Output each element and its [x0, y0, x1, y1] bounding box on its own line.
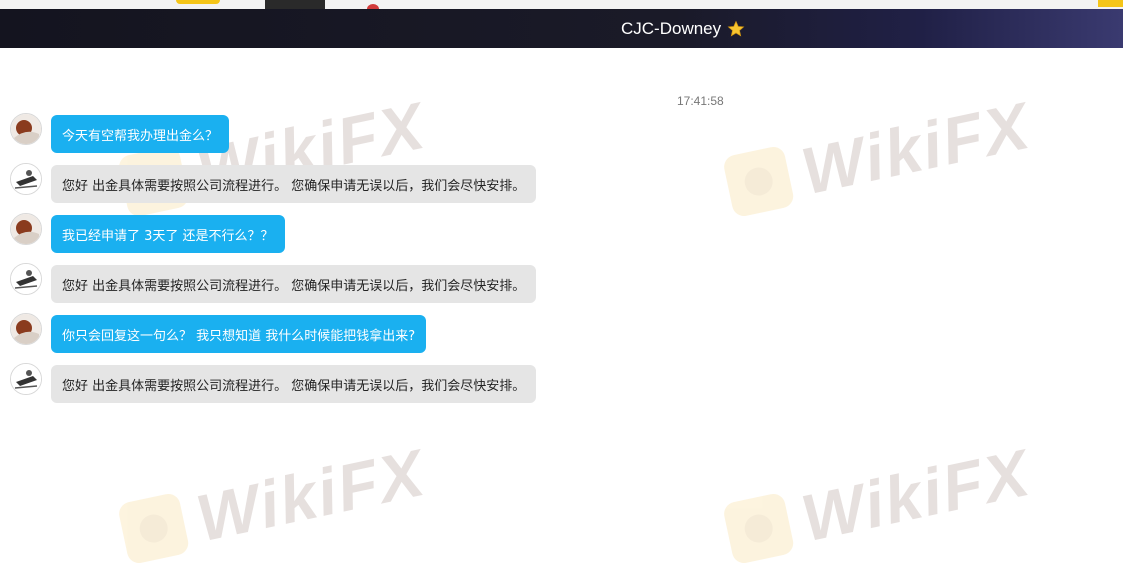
wikifx-logo-icon [721, 491, 796, 566]
watermark-text: WikiFX [795, 87, 1037, 209]
message-timestamp: 17:41:58 [677, 94, 724, 108]
browser-tab-active[interactable] [265, 0, 325, 9]
chat-header: CJC-Downey [0, 9, 1123, 48]
user-avatar[interactable] [10, 113, 42, 145]
wikifx-logo-icon [721, 144, 796, 219]
user-avatar[interactable] [10, 213, 42, 245]
message-bubble-user[interactable]: 今天有空帮我办理出金么？ [51, 115, 230, 153]
agent-avatar[interactable] [10, 163, 42, 195]
browser-tab[interactable] [1098, 0, 1123, 7]
star-icon [727, 20, 745, 37]
watermark: WikiFX [720, 87, 1037, 225]
browser-tab[interactable] [176, 0, 220, 4]
watermark: WikiFX [115, 87, 432, 225]
watermark-text: WikiFX [795, 434, 1037, 556]
watermark: WikiFX [115, 434, 432, 572]
message-bubble-agent[interactable]: 您好 出金具体需要按照公司流程进行。 您确保申请无误以后，我们会尽快安排。 [51, 165, 537, 203]
watermark: WikiFX [720, 434, 1037, 572]
agent-avatar[interactable] [10, 363, 42, 395]
message-bubble-user[interactable]: 你只会回复这一句么？ 我只想知道 我什么时候能把钱拿出来? [51, 315, 427, 353]
user-avatar[interactable] [10, 313, 42, 345]
message-bubble-agent[interactable]: 您好 出金具体需要按照公司流程进行。 您确保申请无误以后，我们会尽快安排。 [51, 265, 537, 303]
watermark-text: WikiFX [190, 434, 432, 556]
message-bubble-agent[interactable]: 您好 出金具体需要按照公司流程进行。 您确保申请无误以后，我们会尽快安排。 [51, 365, 537, 403]
wikifx-logo-icon [116, 491, 191, 566]
agent-avatar[interactable] [10, 263, 42, 295]
contact-name: CJC-Downey [621, 18, 722, 38]
message-bubble-user[interactable]: 我已经申请了 3天了 还是不行么？？ [51, 215, 285, 253]
contact-title[interactable]: CJC-Downey [621, 9, 745, 48]
